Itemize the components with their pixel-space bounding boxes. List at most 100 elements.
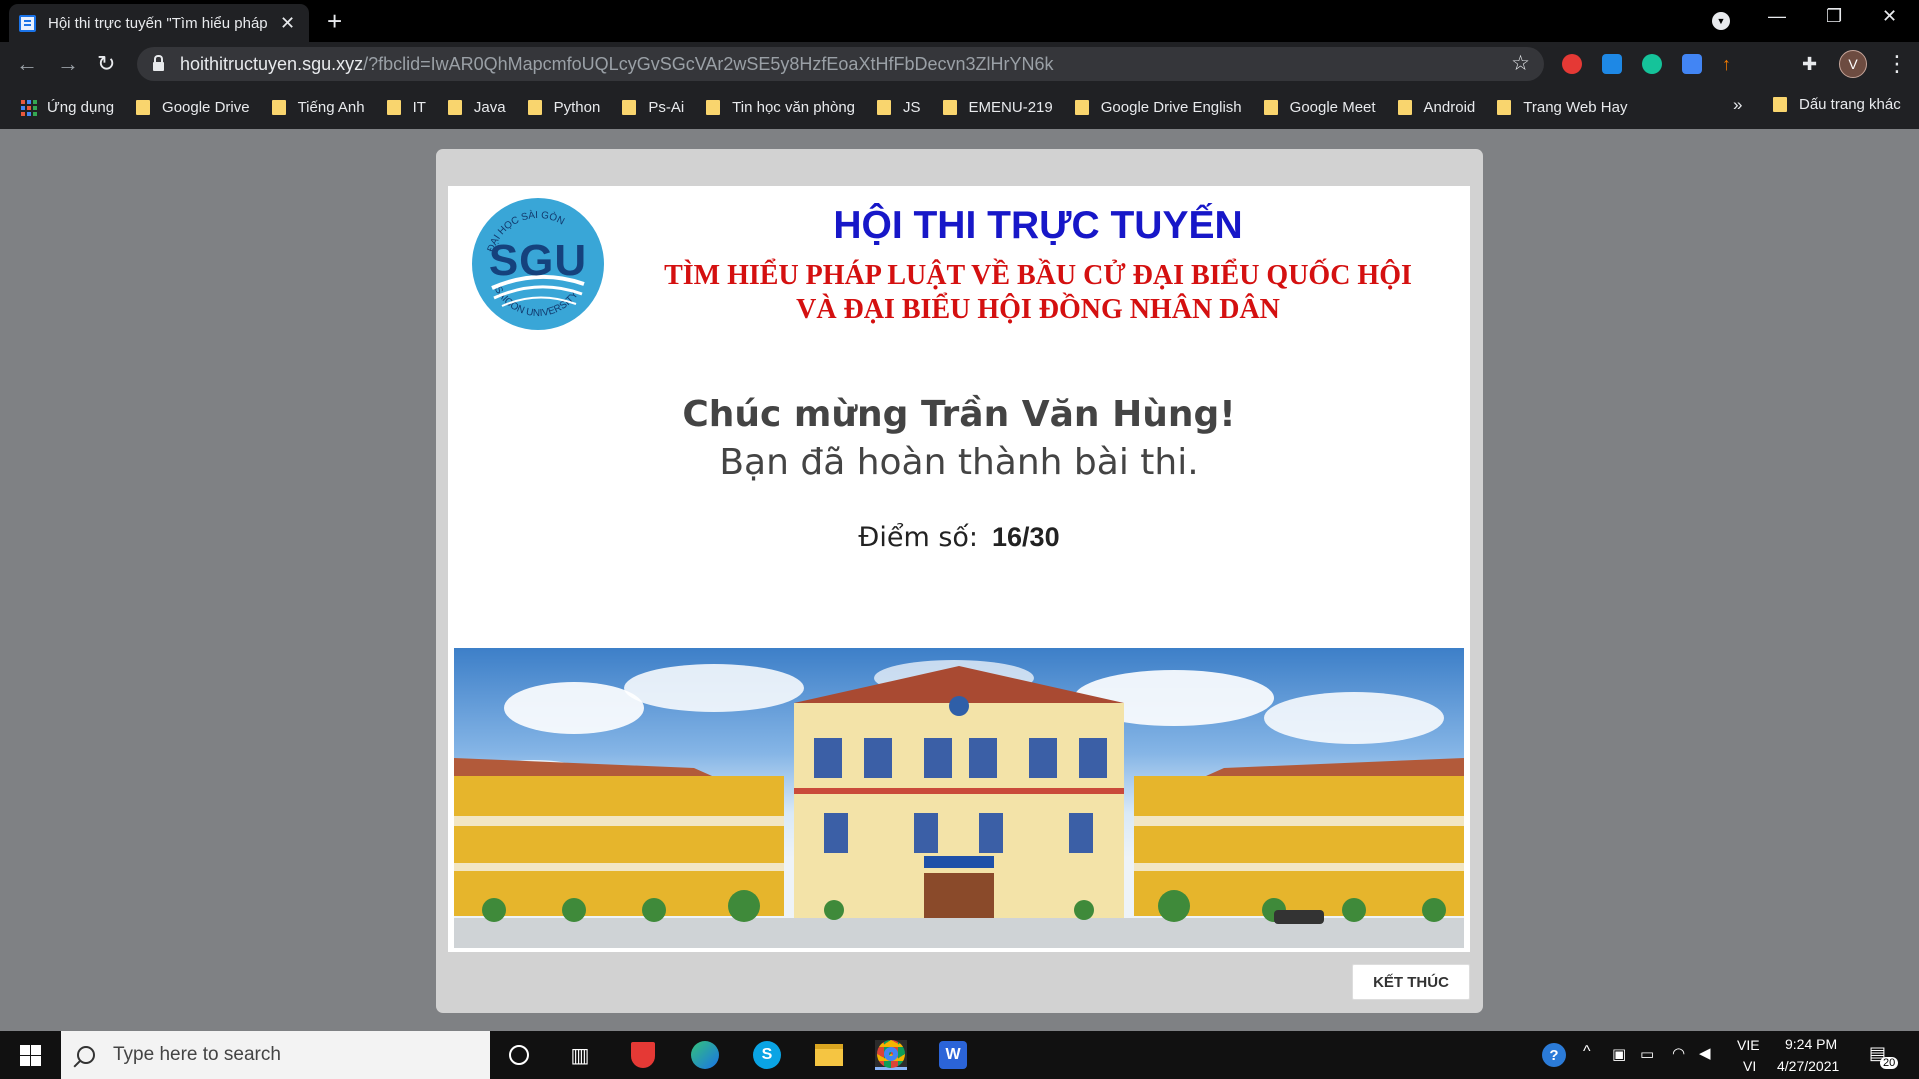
folder-icon [1773, 97, 1787, 112]
tab-strip: Hội thi trực tuyến "Tìm hiểu pháp ✕ + ▼ … [0, 0, 1919, 42]
finish-button[interactable]: KẾT THÚC [1352, 964, 1470, 1000]
contest-title: HỘI THI TRỰC TUYẾN [833, 204, 1243, 247]
bookmark-folder[interactable]: JS [877, 99, 921, 116]
url-host: hoithitructuyen.sgu.xyz [180, 53, 364, 74]
bookmarks-bar: Ứng dụng Google Drive Tiếng Anh IT Java … [0, 86, 1919, 129]
adblock-extension-icon[interactable] [1562, 54, 1582, 74]
forward-icon[interactable]: → [57, 51, 79, 77]
task-view-icon[interactable]: ▥ [564, 1040, 596, 1070]
reload-icon[interactable]: ↻ [97, 51, 115, 77]
sgu-logo: ĐẠI HỌC SÀI GÒN SAIGON UNIVERSITY SGU [472, 198, 604, 330]
lock-icon[interactable] [153, 54, 164, 71]
result-card: ĐẠI HỌC SÀI GÒN SAIGON UNIVERSITY SGU HỘ… [448, 186, 1470, 952]
edge-browser-icon[interactable] [689, 1040, 721, 1070]
browser-toolbar: ← → ↻ hoithitructuyen.sgu.xyz/?fbclid=Iw… [0, 42, 1919, 86]
folder-icon [447, 100, 462, 115]
score-value: 16/30 [992, 522, 1060, 552]
volume-icon[interactable]: ◀ [1699, 1044, 1711, 1062]
result-modal: ĐẠI HỌC SÀI GÒN SAIGON UNIVERSITY SGU HỘ… [436, 149, 1483, 1013]
help-icon[interactable]: ? [1542, 1043, 1566, 1067]
close-tab-icon[interactable]: ✕ [280, 13, 295, 34]
subtitle-line-1: TÌM HIỂU PHÁP LUẬT VỀ BẦU CỬ ĐẠI BIỂU QU… [664, 260, 1412, 291]
meet-now-icon[interactable]: ▣ [1612, 1045, 1626, 1063]
folder-icon [271, 100, 286, 115]
folder-icon [1497, 100, 1512, 115]
tab-title: Hội thi trực tuyến "Tìm hiểu pháp [48, 14, 268, 32]
score-row: Điểm số: 16/30 [448, 522, 1470, 553]
wifi-icon[interactable]: ◠ [1672, 1044, 1685, 1062]
folder-icon [386, 100, 401, 115]
extensions-puzzle-icon[interactable]: ✚ [1802, 54, 1822, 74]
folder-icon [1074, 100, 1089, 115]
logo-text: SGU [488, 236, 588, 285]
bookmark-folder[interactable]: IT [386, 99, 426, 116]
battery-icon[interactable]: ▭ [1640, 1045, 1654, 1063]
clock-time[interactable]: 9:24 PM [1785, 1036, 1837, 1052]
tray-expand-icon[interactable]: ^ [1583, 1043, 1591, 1061]
folder-icon [1397, 100, 1412, 115]
cortana-icon[interactable] [503, 1040, 535, 1070]
congratulations-heading: Chúc mừng Trần Văn Hùng! [682, 394, 1236, 435]
menu-kebab-icon[interactable]: ⋮ [1886, 51, 1908, 77]
folder-icon [706, 100, 721, 115]
url-path: /?fbclid=IwAR0QhMapcmfoUQLcyGvSGcVAr2wSE… [363, 53, 1054, 74]
windows-start-icon[interactable] [20, 1045, 41, 1066]
contest-subtitle: TÌM HIỂU PHÁP LUẬT VỀ BẦU CỬ ĐẠI BIỂU QU… [618, 259, 1458, 327]
completion-message: Bạn đã hoàn thành bài thi. [719, 442, 1199, 483]
back-icon[interactable]: ← [16, 51, 38, 77]
profile-avatar[interactable]: V [1839, 50, 1867, 78]
taskbar-search-placeholder: Type here to search [113, 1044, 281, 1065]
search-icon [77, 1046, 95, 1064]
skype-icon[interactable]: S [751, 1040, 783, 1070]
folder-icon [877, 100, 892, 115]
folder-icon [622, 100, 637, 115]
grammarly-extension-icon[interactable] [1642, 54, 1662, 74]
university-building-photo [454, 648, 1464, 948]
input-method[interactable]: VI [1743, 1058, 1756, 1074]
bookmark-folder[interactable]: Java [447, 99, 506, 116]
security-app-icon[interactable] [627, 1040, 659, 1070]
clock-date[interactable]: 4/27/2021 [1777, 1058, 1839, 1074]
new-tab-button[interactable]: + [327, 6, 342, 37]
folder-icon [942, 100, 957, 115]
close-window-button[interactable]: ✕ [1882, 6, 1897, 27]
bookmark-folder[interactable]: Google Drive English [1074, 99, 1242, 116]
bookmark-folder[interactable]: Tiếng Anh [271, 99, 365, 116]
bookmark-folder[interactable]: Ps-Ai [622, 99, 684, 116]
translate-extension-icon[interactable] [1682, 54, 1702, 74]
word-app-icon[interactable]: W [937, 1040, 969, 1070]
bookmark-folder[interactable]: Google Drive [136, 99, 250, 116]
folder-icon [527, 100, 542, 115]
restore-button[interactable]: ❐ [1826, 6, 1842, 27]
score-label: Điểm số: [858, 522, 979, 553]
taskbar-search-box[interactable]: Type here to search [61, 1031, 490, 1079]
bookmark-folder[interactable]: EMENU-219 [942, 99, 1053, 116]
bookmark-folder[interactable]: Trang Web Hay [1497, 99, 1627, 116]
bookmark-folder[interactable]: Google Meet [1263, 99, 1376, 116]
notification-count-badge: 20 [1880, 1057, 1899, 1069]
dropper-extension-icon[interactable] [1602, 54, 1622, 74]
tool-extension-icon[interactable]: ↑ [1722, 54, 1742, 74]
folder-icon [136, 100, 151, 115]
bookmark-folder[interactable]: Tin học văn phòng [706, 99, 855, 116]
browser-tab[interactable]: Hội thi trực tuyến "Tìm hiểu pháp ✕ [9, 4, 309, 42]
bookmark-apps[interactable]: Ứng dụng [47, 99, 114, 116]
apps-grid-icon[interactable] [21, 99, 37, 116]
windows-taskbar: Type here to search ▥ S W ? ^ ▣ ▭ ◠ ◀ VI… [0, 1031, 1919, 1079]
bookmarks-overflow-chevron-icon[interactable]: » [1733, 95, 1742, 115]
address-bar[interactable]: hoithitructuyen.sgu.xyz/?fbclid=IwAR0QhM… [137, 47, 1544, 81]
minimize-button[interactable]: — [1768, 6, 1786, 27]
chrome-icon[interactable] [875, 1039, 907, 1070]
page-favicon-icon [19, 14, 36, 32]
folder-icon [1263, 100, 1278, 115]
bookmark-folder[interactable]: Python [527, 99, 600, 116]
subtitle-line-2: VÀ ĐẠI BIỂU HỘI ĐỒNG NHÂN DÂN [796, 294, 1280, 325]
bookmark-other[interactable]: Dấu trang khác [1773, 96, 1901, 113]
language-code[interactable]: VIE [1737, 1037, 1760, 1053]
tab-search-icon[interactable]: ▼ [1712, 12, 1730, 30]
bookmark-folder[interactable]: Android [1397, 99, 1475, 116]
browser-chrome: Hội thi trực tuyến "Tìm hiểu pháp ✕ + ▼ … [0, 0, 1919, 129]
bookmark-star-icon[interactable]: ☆ [1511, 51, 1530, 76]
file-explorer-icon[interactable] [813, 1040, 845, 1070]
building-illustration [454, 660, 1464, 948]
